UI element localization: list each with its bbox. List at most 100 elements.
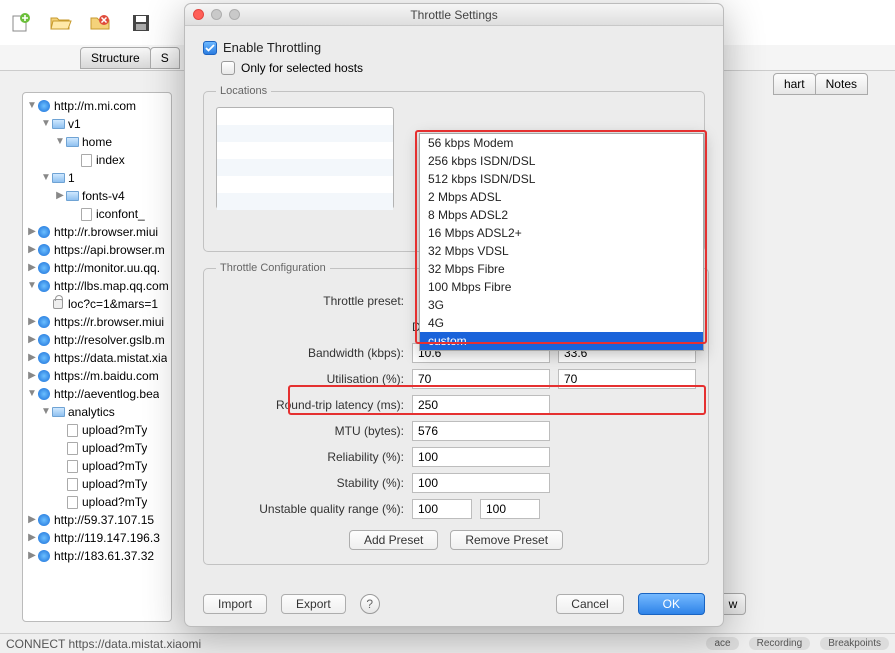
- tree-item[interactable]: ▼v1: [25, 115, 169, 133]
- folder-icon: [65, 135, 79, 149]
- preset-option[interactable]: custom: [420, 332, 703, 350]
- tree-item[interactable]: upload?mTy: [25, 457, 169, 475]
- disclosure-triangle-icon[interactable]: ▶: [27, 367, 37, 385]
- disclosure-triangle-icon[interactable]: ▼: [41, 403, 51, 421]
- tree-item[interactable]: ▶ http://119.147.196.3: [25, 529, 169, 547]
- tree-item[interactable]: ▶http://r.browser.miui: [25, 223, 169, 241]
- disclosure-triangle-icon[interactable]: ▶: [27, 511, 37, 529]
- cancel-button[interactable]: Cancel: [556, 594, 623, 614]
- unstable-range-label: Unstable quality range (%):: [216, 502, 404, 516]
- disclosure-triangle-icon[interactable]: ▶: [27, 259, 37, 277]
- tree-item[interactable]: ▼http://lbs.map.qq.com: [25, 277, 169, 295]
- stability-input[interactable]: [412, 473, 550, 493]
- tab-chart-cut[interactable]: hart: [773, 73, 816, 95]
- ok-button[interactable]: OK: [638, 593, 705, 615]
- save-icon[interactable]: [130, 12, 152, 34]
- globe-icon: [37, 279, 51, 293]
- utilisation-download-input[interactable]: [412, 369, 550, 389]
- tab-cut-s[interactable]: S: [150, 47, 180, 69]
- tree-item[interactable]: ▼http://aeventlog.bea: [25, 385, 169, 403]
- preset-option[interactable]: 512 kbps ISDN/DSL: [420, 170, 703, 188]
- disclosure-triangle-icon[interactable]: ▶: [55, 187, 65, 205]
- preset-option[interactable]: 2 Mbps ADSL: [420, 188, 703, 206]
- tree-item[interactable]: upload?mTy: [25, 493, 169, 511]
- status-recording[interactable]: Recording: [749, 637, 811, 650]
- tree-item[interactable]: ▶https://api.browser.m: [25, 241, 169, 259]
- tree-item[interactable]: loc?c=1&mars=1: [25, 295, 169, 313]
- disclosure-triangle-icon[interactable]: ▼: [41, 169, 51, 187]
- tree-item[interactable]: ▶https://r.browser.miui: [25, 313, 169, 331]
- tree-item-label: loc?c=1&mars=1: [68, 295, 158, 313]
- tree-item[interactable]: upload?mTy: [25, 475, 169, 493]
- dialog-titlebar[interactable]: Throttle Settings: [185, 4, 723, 26]
- tree-item[interactable]: ▶http://183.61.37.32: [25, 547, 169, 565]
- disclosure-triangle-icon[interactable]: ▶: [27, 331, 37, 349]
- tree-item[interactable]: upload?mTy: [25, 421, 169, 439]
- tree-item[interactable]: ▶https://m.baidu.com: [25, 367, 169, 385]
- open-folder-icon[interactable]: [50, 12, 72, 34]
- reliability-input[interactable]: [412, 447, 550, 467]
- session-tree[interactable]: ▼http://m.mi.com▼v1▼homeindex▼1▶fonts-v4…: [22, 92, 172, 622]
- disclosure-triangle-icon[interactable]: ▶: [27, 349, 37, 367]
- disclosure-triangle-icon[interactable]: ▶: [27, 223, 37, 241]
- rtt-input[interactable]: [412, 395, 550, 415]
- export-button[interactable]: Export: [281, 594, 346, 614]
- tree-item[interactable]: ▶http://59.37.107.15: [25, 511, 169, 529]
- preset-option[interactable]: 32 Mbps VDSL: [420, 242, 703, 260]
- tree-item-label: http://resolver.gslb.m: [54, 331, 165, 349]
- locations-list[interactable]: [216, 107, 394, 209]
- preset-option[interactable]: 256 kbps ISDN/DSL: [420, 152, 703, 170]
- tree-item[interactable]: ▶fonts-v4: [25, 187, 169, 205]
- enable-throttling-checkbox[interactable]: [203, 41, 217, 55]
- unstable-range-max-input[interactable]: [480, 499, 540, 519]
- new-session-icon[interactable]: [10, 12, 32, 34]
- preset-label: Throttle preset:: [216, 294, 404, 308]
- preset-option[interactable]: 4G: [420, 314, 703, 332]
- preset-option[interactable]: 3G: [420, 296, 703, 314]
- tree-item[interactable]: iconfont_: [25, 205, 169, 223]
- only-selected-hosts-checkbox[interactable]: [221, 61, 235, 75]
- disclosure-triangle-icon[interactable]: ▼: [55, 133, 65, 151]
- tree-item[interactable]: ▼http://m.mi.com: [25, 97, 169, 115]
- disclosure-triangle-icon[interactable]: ▼: [27, 277, 37, 295]
- tree-item-label: http://119.147.196.3: [54, 529, 160, 547]
- preset-option[interactable]: 32 Mbps Fibre: [420, 260, 703, 278]
- preset-option[interactable]: 56 kbps Modem: [420, 134, 703, 152]
- tree-item-label: home: [82, 133, 112, 151]
- disclosure-triangle-icon[interactable]: ▶: [27, 529, 37, 547]
- disclosure-triangle-icon[interactable]: ▼: [41, 115, 51, 133]
- tree-item[interactable]: ▶https://data.mistat.xia: [25, 349, 169, 367]
- close-session-icon[interactable]: [90, 12, 112, 34]
- unstable-range-min-input[interactable]: [412, 499, 472, 519]
- disclosure-triangle-icon[interactable]: ▶: [27, 241, 37, 259]
- disclosure-triangle-icon[interactable]: ▶: [27, 313, 37, 331]
- utilisation-upload-input[interactable]: [558, 369, 696, 389]
- disclosure-triangle-icon[interactable]: ▼: [27, 385, 37, 403]
- preset-option[interactable]: 8 Mbps ADSL2: [420, 206, 703, 224]
- preset-option[interactable]: 16 Mbps ADSL2+: [420, 224, 703, 242]
- throttle-preset-dropdown[interactable]: 56 kbps Modem256 kbps ISDN/DSL512 kbps I…: [419, 133, 704, 351]
- add-preset-button[interactable]: Add Preset: [349, 530, 438, 550]
- tree-item[interactable]: ▼analytics: [25, 403, 169, 421]
- window-close-icon[interactable]: [193, 9, 204, 20]
- bandwidth-label: Bandwidth (kbps):: [216, 346, 404, 360]
- tab-structure[interactable]: Structure: [80, 47, 151, 69]
- status-cut-ace[interactable]: ace: [706, 637, 738, 650]
- window-zoom-icon: [229, 9, 240, 20]
- mtu-input[interactable]: [412, 421, 550, 441]
- tree-item[interactable]: ▶http://monitor.uu.qq.: [25, 259, 169, 277]
- tree-item[interactable]: upload?mTy: [25, 439, 169, 457]
- remove-preset-button[interactable]: Remove Preset: [450, 530, 563, 550]
- help-button[interactable]: ?: [360, 594, 380, 614]
- tree-item[interactable]: index: [25, 151, 169, 169]
- tree-item[interactable]: ▼ home: [25, 133, 169, 151]
- disclosure-triangle-icon[interactable]: ▶: [27, 547, 37, 565]
- disclosure-triangle-icon[interactable]: ▼: [27, 97, 37, 115]
- tree-item[interactable]: ▶ http://resolver.gslb.m: [25, 331, 169, 349]
- tree-item[interactable]: ▼1: [25, 169, 169, 187]
- tab-notes[interactable]: Notes: [815, 73, 868, 95]
- import-button[interactable]: Import: [203, 594, 267, 614]
- tree-item-label: index: [96, 151, 125, 169]
- status-breakpoints[interactable]: Breakpoints: [820, 637, 889, 650]
- preset-option[interactable]: 100 Mbps Fibre: [420, 278, 703, 296]
